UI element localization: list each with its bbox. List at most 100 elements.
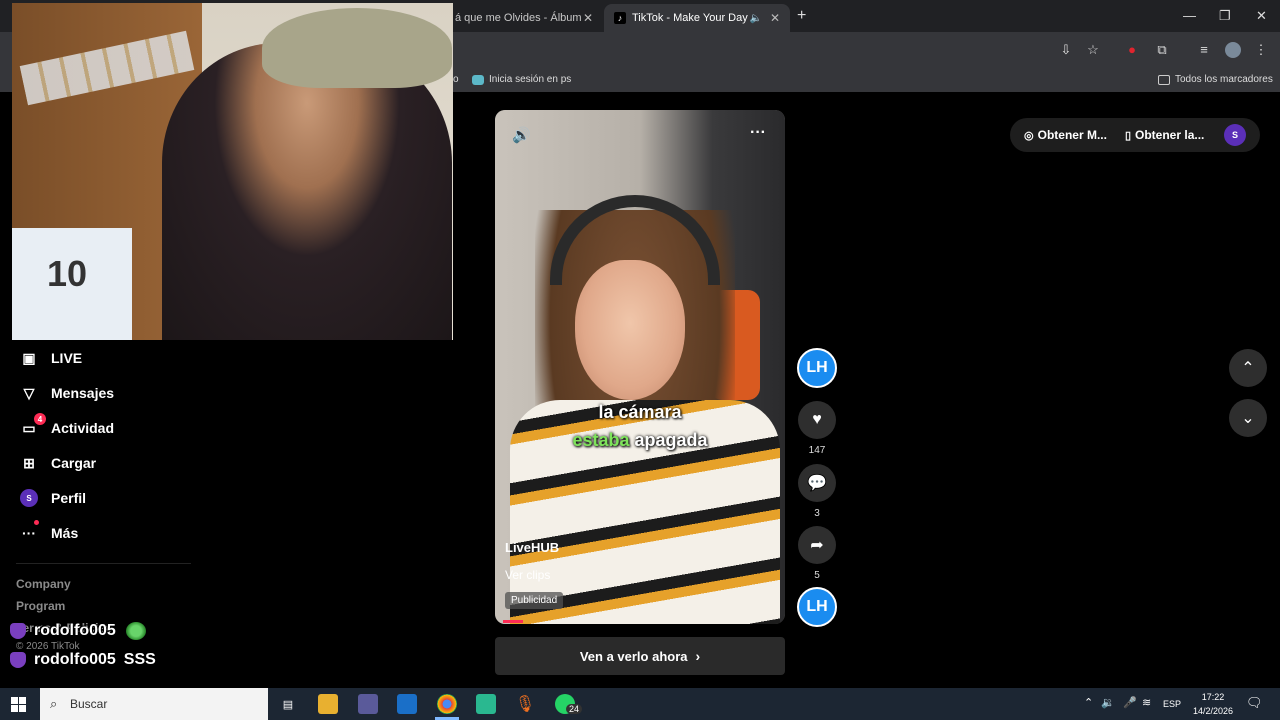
microphone-icon[interactable]: 🎤 — [1123, 696, 1137, 709]
avatar[interactable]: S — [1224, 124, 1246, 146]
close-icon[interactable]: ✕ — [583, 11, 593, 25]
upload-icon: ⊞ — [23, 454, 35, 471]
windows-taskbar: ⌕ Buscar ▤ 🎙 24 ⌃ 🔉 🎤 ≋ ESP 17:22 14/2/2… — [0, 688, 1280, 720]
sidebar-item-label: LIVE — [51, 350, 83, 366]
taskbar-search[interactable]: ⌕ Buscar — [40, 688, 268, 720]
speaker-icon[interactable]: 🔉 — [1101, 696, 1115, 709]
emote-icon — [125, 622, 146, 640]
clock-time: 17:22 — [1201, 692, 1225, 702]
live-icon: ▣ — [22, 349, 36, 366]
cta-button[interactable]: Ven a verlo ahora › — [495, 637, 785, 675]
speaker-icon[interactable]: 🔈 — [749, 13, 761, 24]
chat-username: rodolfo005 — [34, 622, 116, 639]
volume-icon[interactable]: 🔊 — [512, 126, 531, 144]
sidebar-item-perfil[interactable]: S Perfil — [20, 489, 86, 507]
bookmark-item[interactable]: o — [453, 74, 459, 85]
footer-link-program[interactable]: Program — [16, 599, 65, 613]
brand-avatar-button[interactable]: LH — [797, 348, 837, 388]
new-tab-icon[interactable]: + — [797, 7, 806, 25]
close-icon[interactable]: ✕ — [770, 11, 780, 25]
video-caption-line1: la cámara — [598, 402, 682, 422]
restore-icon[interactable]: ❐ — [1219, 8, 1231, 24]
webcam-jersey: 10 — [12, 228, 132, 340]
minimize-icon[interactable]: — — [1183, 8, 1196, 23]
extension-red-icon[interactable]: ● — [1124, 42, 1140, 58]
star-icon[interactable]: ☆ — [1085, 42, 1101, 58]
brand-music-button[interactable]: LH — [797, 587, 837, 627]
chat-username: rodolfo005 — [34, 651, 116, 668]
webcam-overlay: 10 — [12, 3, 453, 340]
share-count: 5 — [814, 570, 820, 581]
notifications-icon[interactable]: 🗨 — [1246, 695, 1263, 711]
sidebar-item-label: Actividad — [51, 420, 115, 436]
notification-dot — [34, 520, 39, 525]
bookmark-icon — [472, 74, 484, 85]
share-button[interactable]: ➦ 5 — [797, 526, 837, 581]
chat-message: rodolfo005 SSS — [10, 651, 156, 669]
sidebar-item-label: Más — [51, 525, 79, 541]
app-icon: ◎ — [1024, 129, 1034, 142]
sidebar-item-cargar[interactable]: ⊞ Cargar — [20, 454, 96, 472]
sidebar-item-live[interactable]: ▣ LIVE — [20, 349, 82, 367]
file-explorer-icon[interactable] — [318, 694, 338, 714]
bookmark-item[interactable]: Inicia sesión en ps — [472, 74, 571, 85]
tab-label: á que me Olvides - Álbum — [455, 12, 582, 24]
chat-app-icon[interactable] — [476, 694, 496, 714]
more-icon: ··· — [20, 520, 39, 542]
more-options-icon[interactable]: ··· — [750, 124, 766, 142]
tab-tiktok[interactable]: ♪ TikTok - Make Your Day 🔈 ✕ — [604, 4, 790, 32]
chrome-icon[interactable] — [437, 694, 457, 714]
chat-user-icon — [10, 652, 26, 668]
menu-icon[interactable]: ⋮ — [1253, 42, 1269, 58]
chevron-up-icon[interactable]: ⌃ — [1084, 696, 1093, 709]
microphone-app-icon[interactable]: 🎙 — [515, 694, 535, 714]
taskbar-clock[interactable]: 17:22 14/2/2026 — [1190, 690, 1236, 718]
sidebar-item-label: Cargar — [51, 455, 97, 471]
sidebar-item-mensajes[interactable]: ▽ Mensajes — [20, 384, 114, 402]
close-window-icon[interactable]: ✕ — [1256, 8, 1267, 24]
video-author[interactable]: LiveHUB — [505, 540, 559, 555]
share-icon: ➦ — [798, 526, 836, 564]
chevron-up-icon[interactable]: ⌃ — [1229, 349, 1267, 387]
top-right-actions: ◎ Obtener M... ▯ Obtener la... S — [1010, 118, 1260, 152]
sidebar-divider — [16, 563, 191, 564]
video-progress[interactable] — [503, 620, 523, 623]
wifi-icon[interactable]: ≋ — [1142, 696, 1151, 709]
chevron-down-icon[interactable]: ⌄ — [1229, 399, 1267, 437]
profile-icon[interactable] — [1225, 42, 1241, 58]
install-icon[interactable]: ⇩ — [1058, 42, 1074, 58]
puzzle-icon[interactable]: ⧉ — [1154, 42, 1170, 58]
app-icon[interactable] — [358, 694, 378, 714]
comment-button[interactable]: 💬 3 — [797, 464, 837, 519]
search-icon: ⌕ — [50, 696, 58, 711]
activity-icon: ▭ 4 — [20, 413, 46, 437]
chat-message: rodolfo005 — [10, 622, 146, 640]
all-bookmarks[interactable]: Todos los marcadores — [1158, 74, 1273, 85]
like-button[interactable]: ♥ 147 — [797, 401, 837, 456]
video-caption-line2: estaba apagada — [572, 430, 708, 450]
whatsapp-badge: 24 — [566, 704, 583, 714]
sidebar-item-mas[interactable]: ··· Más — [20, 520, 79, 542]
get-app-button[interactable]: Obtener M... — [1038, 128, 1107, 142]
media-icon[interactable]: ≡ — [1196, 42, 1212, 58]
comment-icon: 💬 — [798, 464, 836, 502]
livehub-logo: LH — [797, 587, 837, 627]
windows-start-icon[interactable] — [11, 697, 26, 712]
tab-album[interactable]: á que me Olvides - Álbum ✕ — [445, 4, 603, 32]
phone-icon: ▯ — [1124, 129, 1132, 142]
store-icon[interactable] — [397, 694, 417, 714]
tab-label: TikTok - Make Your Day — [632, 12, 748, 24]
sidebar-item-actividad[interactable]: ▭ 4 Actividad — [20, 413, 115, 437]
task-view-icon[interactable]: ▤ — [278, 694, 298, 714]
chat-text: SSS — [123, 651, 156, 668]
clock-date: 14/2/2026 — [1192, 706, 1234, 716]
livehub-logo: LH — [797, 348, 837, 388]
video-player[interactable]: 🔊 ··· la cámara estaba apagada LiveHUB V… — [495, 110, 785, 624]
get-app2-button[interactable]: Obtener la... — [1135, 128, 1204, 142]
tiktok-icon: ♪ — [614, 12, 626, 24]
language-indicator[interactable]: ESP — [1163, 699, 1181, 709]
webcam-cap — [262, 8, 452, 88]
heart-icon: ♥ — [798, 401, 836, 439]
video-subtitle: Ver clips — [505, 568, 551, 582]
footer-link-company[interactable]: Company — [16, 577, 71, 591]
